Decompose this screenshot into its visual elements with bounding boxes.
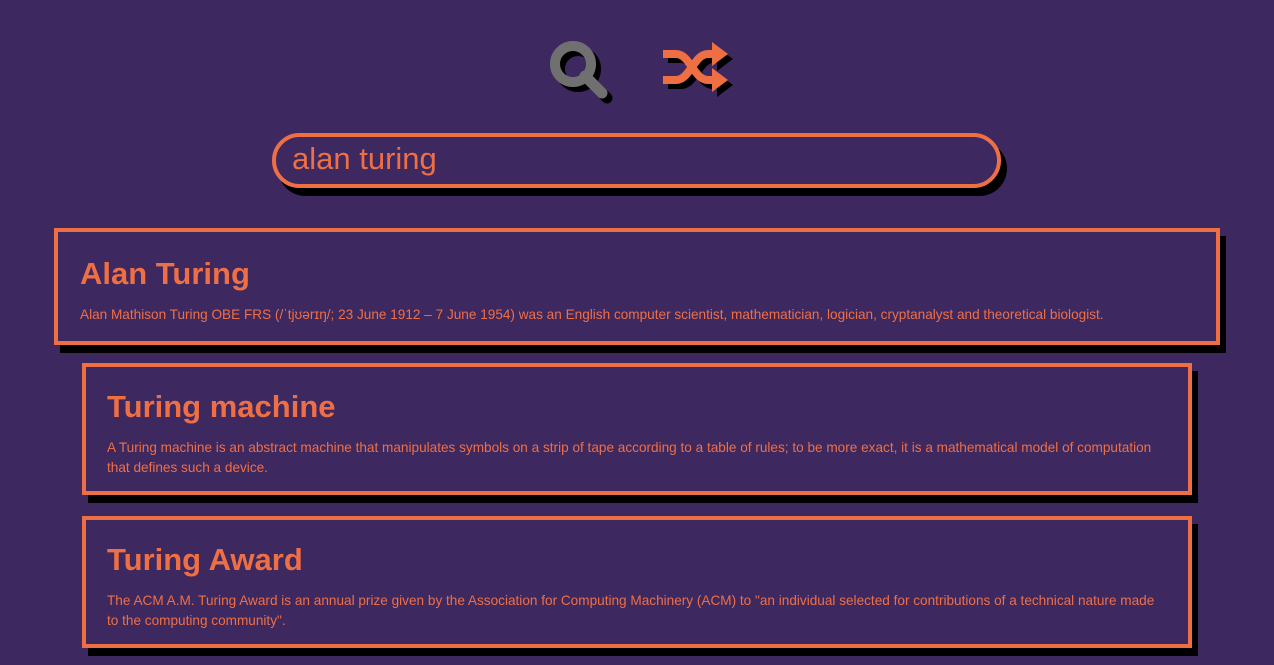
result-snippet: A Turing machine is an abstract machine … — [107, 440, 1152, 475]
search-bar — [272, 133, 1007, 196]
page: { "toolbar": { "search_icon": "magnifier… — [0, 0, 1274, 665]
search-button[interactable] — [545, 36, 615, 106]
shuffle-icon — [663, 42, 733, 97]
magnifier-icon — [550, 41, 613, 104]
icon-bar — [0, 36, 1274, 106]
search-input[interactable] — [272, 133, 1001, 188]
result-snippet: The ACM A.M. Turing Award is an annual p… — [107, 593, 1155, 628]
result-title: Turing Award — [107, 542, 303, 577]
result-card[interactable]: Turing Award The ACM A.M. Turing Award i… — [82, 516, 1192, 648]
result-card[interactable]: Alan Turing Alan Mathison Turing OBE FRS… — [54, 228, 1220, 345]
result-title: Alan Turing — [80, 256, 250, 291]
result-card[interactable]: Turing machine A Turing machine is an ab… — [82, 363, 1192, 495]
random-article-button[interactable] — [660, 38, 736, 104]
result-title: Turing machine — [107, 389, 336, 424]
result-snippet: Alan Mathison Turing OBE FRS (/ˈtjʊərɪŋ/… — [80, 307, 1104, 322]
